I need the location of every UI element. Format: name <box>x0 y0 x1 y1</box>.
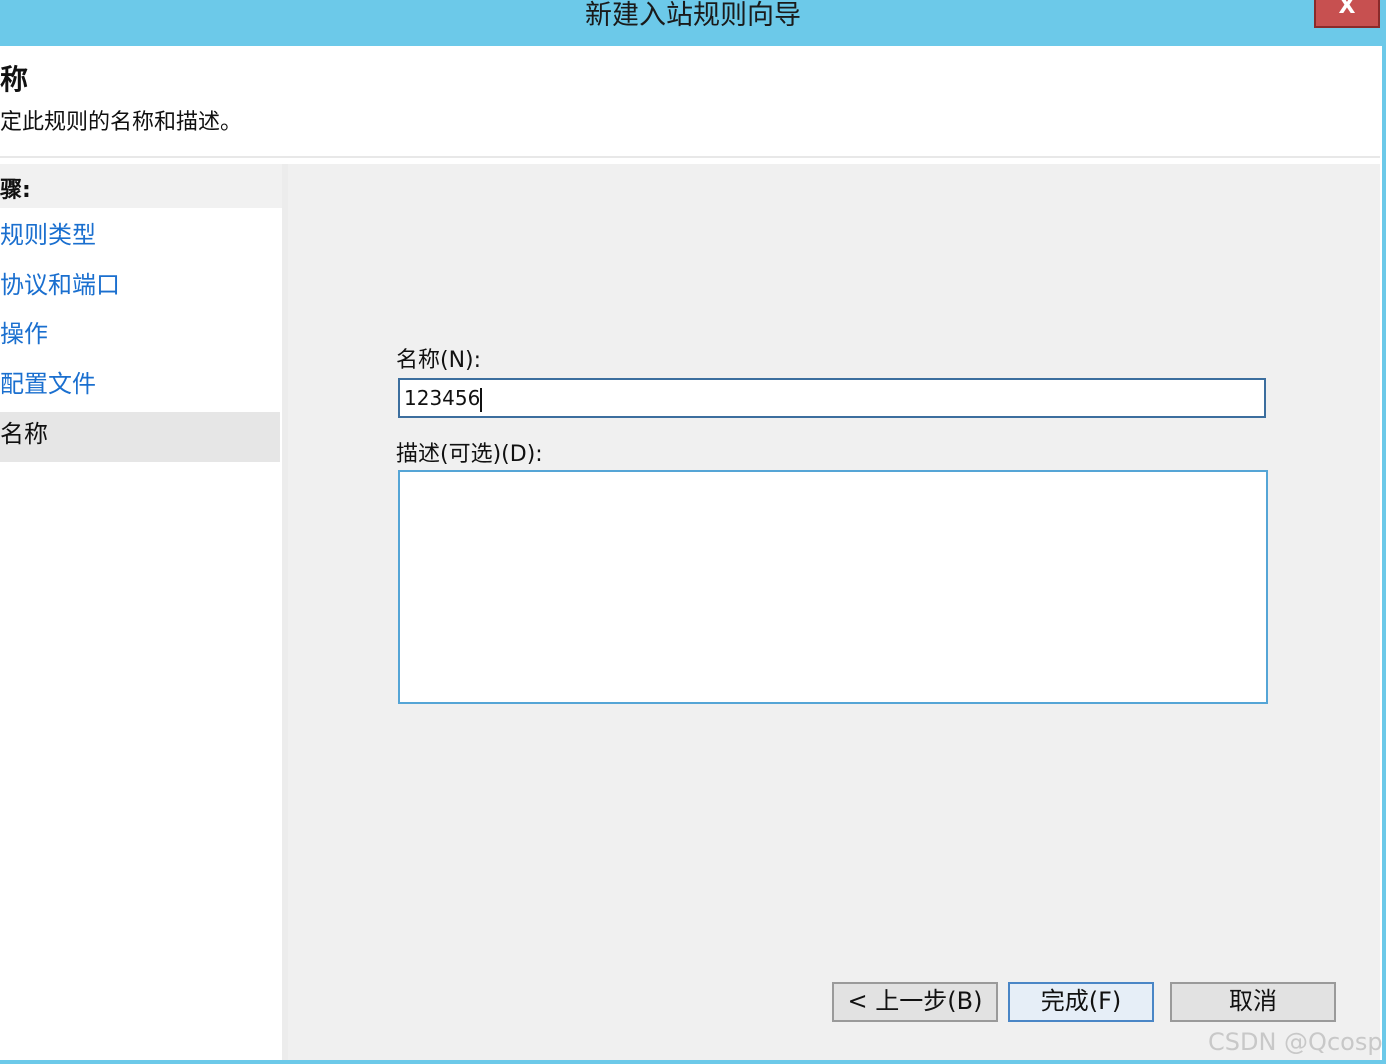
description-label: 描述(可选)(D): <box>396 442 543 467</box>
page-description: 定此规则的名称和描述。 <box>0 110 243 135</box>
window-title: 新建入站规则向导 <box>585 0 801 31</box>
step-profile[interactable]: 配置文件 <box>0 369 96 399</box>
name-input-value: 123456 <box>404 386 481 410</box>
cancel-button[interactable]: 取消 <box>1170 982 1336 1022</box>
step-rule-type[interactable]: 规则类型 <box>0 220 96 250</box>
name-label: 名称(N): <box>396 348 482 373</box>
steps-header: 骤: <box>0 164 282 208</box>
header-divider <box>0 156 1380 158</box>
close-button[interactable]: X <box>1314 0 1380 28</box>
finish-button[interactable]: 完成(F) <box>1008 982 1154 1022</box>
watermark: CSDN @Qcosp <box>1208 1028 1383 1056</box>
step-protocol-ports[interactable]: 协议和端口 <box>0 270 120 300</box>
name-input[interactable]: 123456 <box>398 378 1266 418</box>
steps-sidebar: 骤: 规则类型 协议和端口 操作 配置文件 名称 <box>0 164 282 1060</box>
wizard-window: 称 定此规则的名称和描述。 骤: 规则类型 协议和端口 操作 配置文件 名称 名… <box>0 46 1382 1060</box>
description-textarea[interactable] <box>398 470 1268 704</box>
steps-title: 骤: <box>0 178 31 203</box>
text-caret <box>480 387 483 412</box>
wizard-header: 称 定此规则的名称和描述。 <box>0 46 1380 156</box>
step-action[interactable]: 操作 <box>0 319 48 349</box>
window-bottom-border <box>0 1060 1386 1064</box>
back-button[interactable]: < 上一步(B) <box>832 982 998 1022</box>
title-bar: 新建入站规则向导 X <box>0 0 1386 46</box>
content-panel: 名称(N): 123456 描述(可选)(D): < 上一步(B) 完成(F) … <box>288 164 1380 1060</box>
page-title: 称 <box>0 63 29 96</box>
step-name: 名称 <box>0 420 48 448</box>
